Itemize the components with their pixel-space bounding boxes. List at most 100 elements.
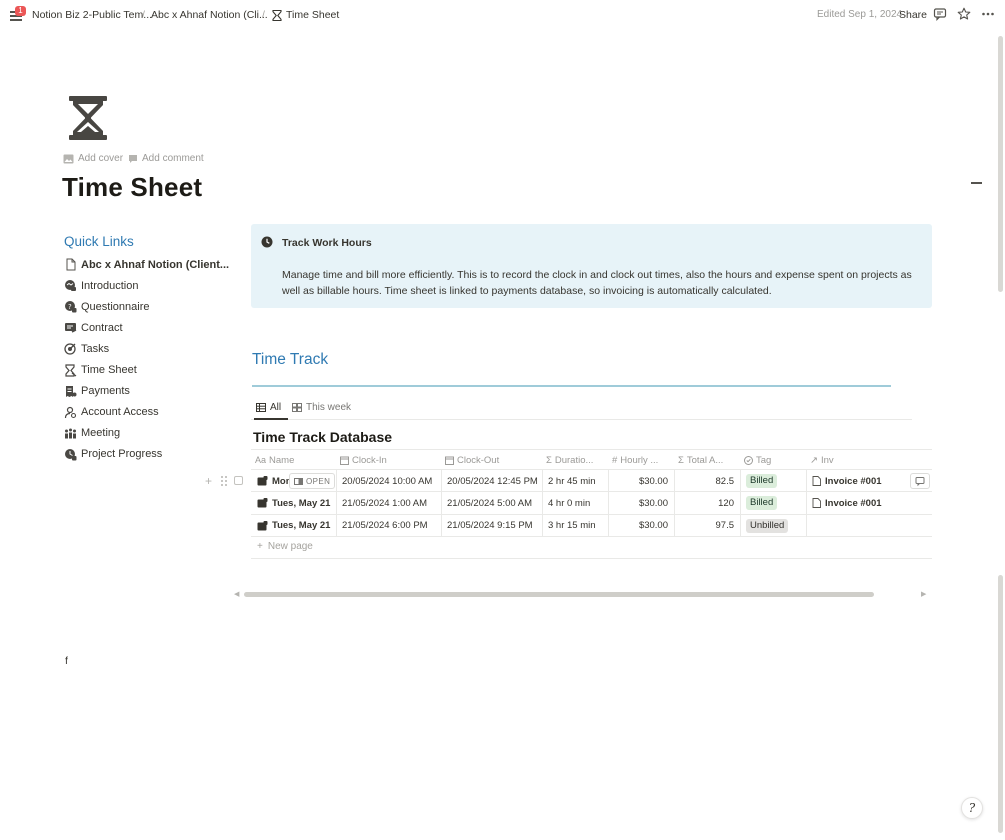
quick-link-label: Questionnaire: [81, 300, 150, 313]
status-icon: [744, 455, 753, 465]
table-of-contents-marker[interactable]: [971, 182, 982, 184]
new-page-button[interactable]: + New page: [257, 541, 313, 552]
column-header-tag[interactable]: Tag: [740, 450, 806, 470]
column-header-total[interactable]: Σ Total A...: [674, 450, 740, 470]
quick-link-introduction[interactable]: Introduction: [64, 275, 234, 296]
column-label: Hourly ...: [620, 454, 659, 466]
scroll-right-arrow-icon[interactable]: ▶: [921, 590, 926, 598]
cell-invoice[interactable]: [806, 515, 932, 537]
vertical-scrollbar-thumb[interactable]: [998, 36, 1003, 292]
contract-icon: [65, 323, 77, 333]
add-row-icon[interactable]: +: [205, 474, 212, 488]
scroll-left-arrow-icon[interactable]: ◀: [234, 590, 239, 598]
cell-total[interactable]: 120: [674, 492, 740, 514]
table-row[interactable]: Mon OPEN 20/05/2024 10:00 AM 20/05/2024 …: [251, 470, 932, 493]
cell-duration[interactable]: 3 hr 15 min: [542, 515, 608, 537]
cell-total[interactable]: 97.5: [674, 515, 740, 537]
open-label: OPEN: [306, 476, 331, 486]
quick-link-payments[interactable]: Payments: [64, 381, 234, 402]
column-header-invoice[interactable]: ↗ Inv: [806, 450, 932, 470]
database-title[interactable]: Time Track Database: [253, 429, 392, 445]
callout-block: Track Work Hours Manage time and bill mo…: [251, 224, 932, 308]
quick-link-time-sheet[interactable]: Time Sheet: [64, 359, 234, 380]
heading-divider: [252, 385, 891, 387]
calendar-icon: [445, 456, 454, 465]
table-row[interactable]: Tues, May 21 21/05/2024 1:00 AM 21/05/20…: [251, 492, 932, 515]
column-header-clock-in[interactable]: Clock-In: [336, 450, 441, 470]
quick-link-label: Contract: [81, 321, 123, 334]
quick-link-client[interactable]: Abc x Ahnaf Notion (Client...: [64, 254, 234, 275]
tab-all[interactable]: All: [256, 402, 281, 413]
row-name-cell[interactable]: Tues, May 21: [251, 492, 336, 514]
callout-title: Track Work Hours: [282, 237, 372, 249]
invoice-link[interactable]: Invoice #001: [812, 476, 882, 487]
cell-clock-in[interactable]: 20/05/2024 10:00 AM: [336, 470, 441, 492]
cell-clock-out[interactable]: 20/05/2024 12:45 PM: [441, 470, 542, 492]
row-comment-button[interactable]: [910, 473, 930, 489]
quick-link-questionnaire[interactable]: ? Questionnaire: [64, 296, 234, 317]
invoice-link[interactable]: Invoice #001: [812, 498, 882, 509]
cell-invoice[interactable]: Invoice #001: [806, 492, 932, 514]
column-label: Total A...: [686, 454, 724, 466]
hourglass-icon[interactable]: [66, 94, 110, 142]
cell-clock-out[interactable]: 21/05/2024 9:15 PM: [441, 515, 542, 537]
help-button[interactable]: ?: [961, 797, 983, 819]
cell-total[interactable]: 82.5: [674, 470, 740, 492]
calendar-icon: [340, 456, 349, 465]
row-select-checkbox[interactable]: [234, 476, 243, 485]
breadcrumb-workspace[interactable]: Notion Biz 2-Public Tem...: [32, 9, 152, 21]
add-comment-button[interactable]: Add comment: [128, 153, 204, 164]
quick-link-label: Introduction: [81, 279, 139, 292]
sigma-icon: Σ: [678, 454, 684, 466]
page-title[interactable]: Time Sheet: [62, 172, 202, 203]
horizontal-scrollbar-thumb[interactable]: [244, 592, 874, 597]
breadcrumb-client[interactable]: Abc x Ahnaf Notion (Cli...: [151, 9, 268, 21]
row-name-cell[interactable]: Tues, May 21: [251, 515, 336, 537]
cell-hourly[interactable]: $30.00: [608, 492, 674, 514]
cell-clock-out[interactable]: 21/05/2024 5:00 AM: [441, 492, 542, 514]
share-button[interactable]: Share: [899, 9, 927, 21]
cell-tag[interactable]: Billed: [740, 492, 806, 514]
quick-link-label: Payments: [81, 385, 130, 398]
cell-tag[interactable]: Unbilled: [740, 515, 806, 537]
comment-icon: [129, 154, 137, 163]
column-header-clock-out[interactable]: Clock-Out: [441, 450, 542, 470]
tag-badge: Billed: [746, 496, 778, 511]
column-label: Tag: [756, 454, 772, 466]
comment-icon: [915, 477, 925, 487]
table-row[interactable]: Tues, May 21 21/05/2024 6:00 PM 21/05/20…: [251, 514, 932, 537]
column-header-name[interactable]: Aa Name: [251, 450, 336, 470]
comments-icon[interactable]: [933, 7, 947, 21]
text-block[interactable]: f: [65, 655, 68, 667]
cell-hourly[interactable]: $30.00: [608, 470, 674, 492]
quick-link-account-access[interactable]: Account Access: [64, 402, 234, 423]
quick-link-label: Project Progress: [81, 448, 163, 461]
tab-this-week[interactable]: This week: [292, 402, 351, 413]
open-row-button[interactable]: OPEN: [289, 473, 336, 489]
vertical-scrollbar-thumb-lower[interactable]: [998, 575, 1003, 833]
quick-link-contract[interactable]: Contract: [64, 317, 234, 338]
more-options-icon[interactable]: [981, 7, 995, 21]
cell-clock-in[interactable]: 21/05/2024 1:00 AM: [336, 492, 441, 514]
breadcrumb-current[interactable]: Time Sheet: [272, 9, 339, 21]
cell-hourly[interactable]: $30.00: [608, 515, 674, 537]
favorite-star-icon[interactable]: [957, 7, 971, 21]
add-cover-button[interactable]: Add cover: [63, 153, 123, 164]
cell-tag[interactable]: Billed: [740, 470, 806, 492]
people-icon: [65, 428, 76, 439]
page-icon: [66, 258, 76, 271]
quick-link-tasks[interactable]: Tasks: [64, 338, 234, 359]
quick-link-meeting[interactable]: Meeting: [64, 423, 234, 444]
table-bottom-border: [251, 558, 932, 559]
cell-duration[interactable]: 2 hr 45 min: [542, 470, 608, 492]
cell-clock-in[interactable]: 21/05/2024 6:00 PM: [336, 515, 441, 537]
quick-links-list: Abc x Ahnaf Notion (Client... Introducti…: [64, 254, 234, 465]
cell-duration[interactable]: 4 hr 0 min: [542, 492, 608, 514]
column-header-duration[interactable]: Σ Duratio...: [542, 450, 608, 470]
drag-handle-icon[interactable]: [220, 475, 228, 487]
edited-timestamp: Edited Sep 1, 2024: [817, 9, 903, 20]
column-header-hourly[interactable]: # Hourly ...: [608, 450, 674, 470]
quick-link-project-progress[interactable]: Project Progress: [64, 444, 234, 465]
invoice-label: Invoice #001: [825, 497, 882, 509]
column-label: Clock-Out: [457, 454, 500, 466]
